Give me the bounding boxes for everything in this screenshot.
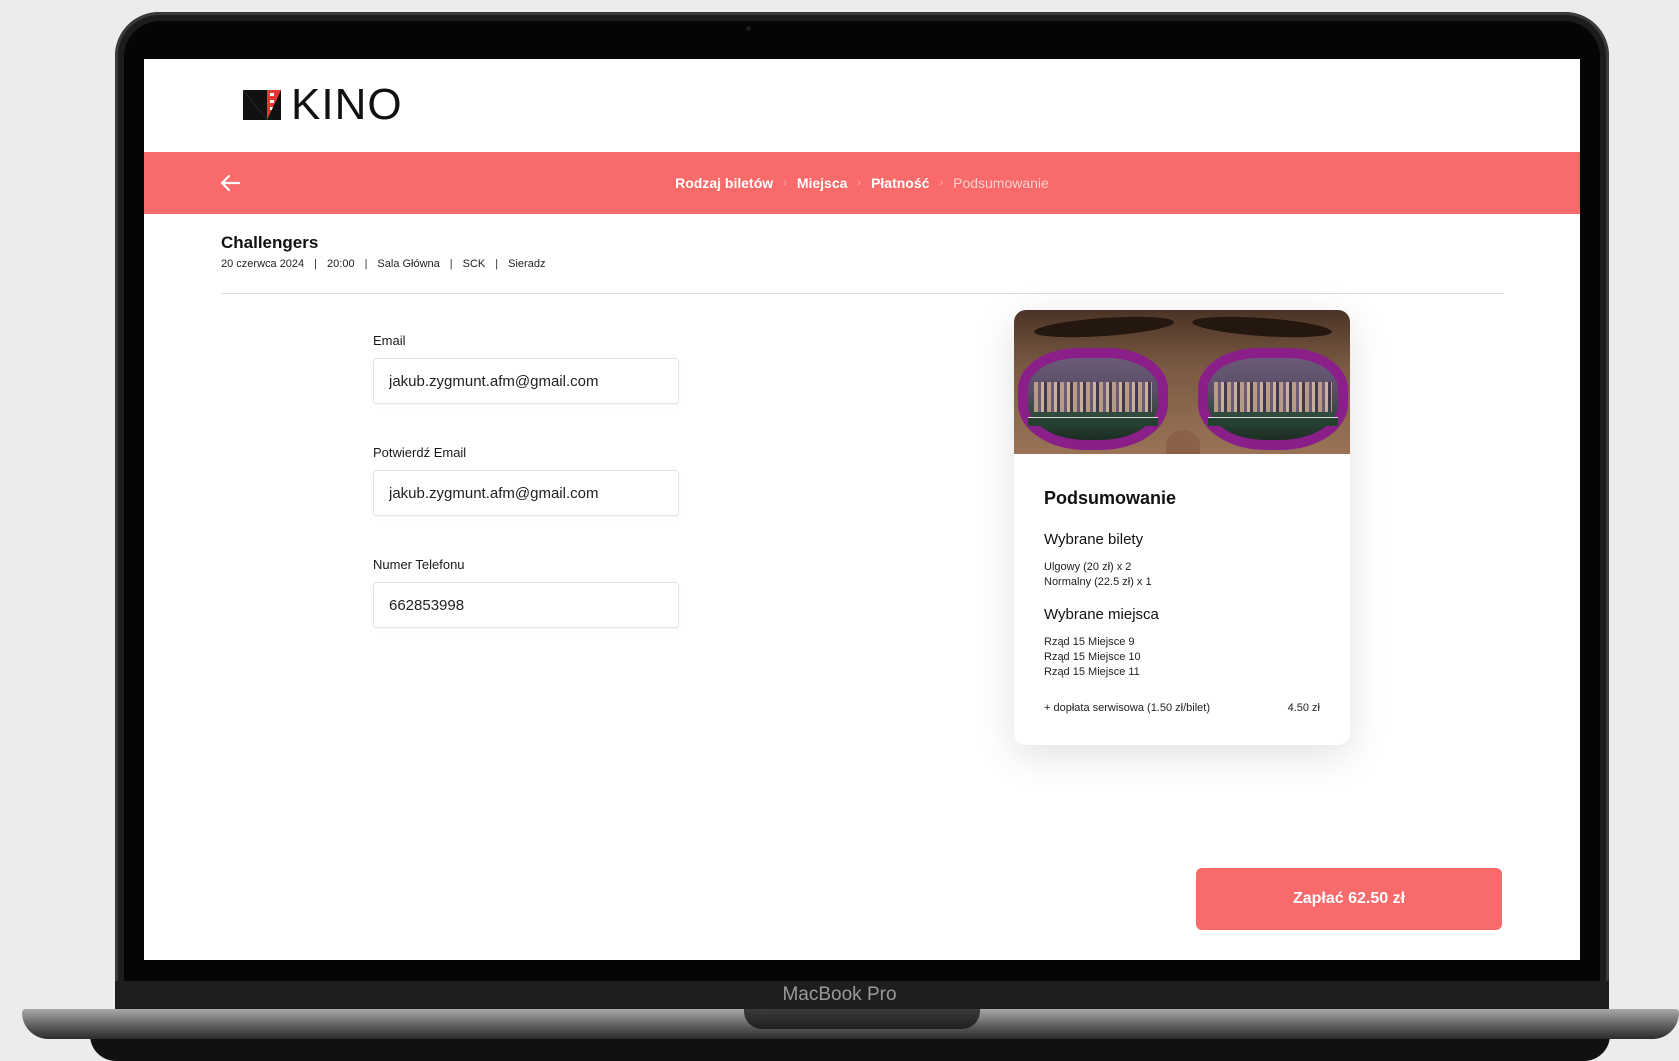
poster-lens <box>1018 348 1168 450</box>
meta-divider: | <box>364 258 368 270</box>
summary-card: Podsumowanie Wybrane bilety Ulgowy (20 z… <box>1014 310 1350 745</box>
chevron-right-icon: › <box>857 177 862 189</box>
confirm-email-field-group: Potwierdź Email <box>373 445 681 516</box>
movie-venue: SCK <box>462 258 486 270</box>
pay-button[interactable]: Zapłać 62.50 zł <box>1196 868 1502 930</box>
tickets-list: Ulgowy (20 zł) x 2 Normalny (22.5 zł) x … <box>1044 560 1320 590</box>
movie-poster <box>1014 310 1350 454</box>
poster-net <box>1028 417 1158 426</box>
confirm-email-field[interactable] <box>373 470 679 516</box>
email-field[interactable] <box>373 358 679 404</box>
service-fee-label: + dopłata serwisowa (1.50 zł/bilet) <box>1044 702 1210 714</box>
service-fee-row: + dopłata serwisowa (1.50 zł/bilet) 4.50… <box>1044 702 1320 714</box>
step-seats[interactable]: Miejsca <box>797 175 848 191</box>
list-item: Normalny (22.5 zł) x 1 <box>1044 576 1152 588</box>
device-label: MacBook Pro <box>782 984 897 1005</box>
movie-date: 20 czerwca 2024 <box>221 258 305 270</box>
meta-divider: | <box>314 258 318 270</box>
film-logo-icon <box>243 88 289 122</box>
list-item: Rząd 15 Miejsce 10 <box>1044 651 1141 663</box>
breadcrumb: Rodzaj biletów › Miejsca › Płatność › Po… <box>144 152 1580 214</box>
section-divider <box>221 293 1504 294</box>
camera-icon <box>746 26 751 31</box>
movie-time: 20:00 <box>327 258 355 270</box>
poster-brow <box>1191 313 1333 341</box>
movie-meta: 20 czerwca 2024 | 20:00 | Sala Główna | … <box>221 258 545 270</box>
movie-title: Challengers <box>221 233 319 252</box>
movie-hall: Sala Główna <box>377 258 440 270</box>
chevron-right-icon: › <box>783 177 787 189</box>
poster-crowd <box>1034 382 1152 412</box>
summary-body: Podsumowanie Wybrane bilety Ulgowy (20 z… <box>1014 454 1350 714</box>
list-item: Rząd 15 Miejsce 11 <box>1044 666 1140 678</box>
step-summary: Podsumowanie <box>953 175 1049 191</box>
seats-list: Rząd 15 Miejsce 9 Rząd 15 Miejsce 10 Rzą… <box>1044 635 1320 680</box>
phone-label: Numer Telefonu <box>373 557 465 572</box>
logo-text: KINO <box>291 80 403 129</box>
poster-lens <box>1198 348 1348 450</box>
tickets-heading: Wybrane bilety <box>1044 531 1144 548</box>
poster-brow <box>1033 313 1175 341</box>
chevron-right-icon: › <box>939 177 944 189</box>
step-payment[interactable]: Płatność <box>871 175 929 191</box>
list-item: Ulgowy (20 zł) x 2 <box>1044 561 1132 573</box>
meta-divider: | <box>495 258 499 270</box>
step-navbar: Rodzaj biletów › Miejsca › Płatność › Po… <box>144 152 1580 214</box>
poster-nose <box>1166 430 1200 454</box>
confirm-email-label: Potwierdź Email <box>373 445 467 460</box>
email-field-group: Email <box>373 333 681 404</box>
phone-field[interactable] <box>373 582 679 628</box>
seats-heading: Wybrane miejsca <box>1044 606 1159 623</box>
service-fee-value: 4.50 zł <box>1287 702 1320 714</box>
summary-title: Podsumowanie <box>1044 488 1177 508</box>
browser-screen: KINO Rodzaj biletów › Miejsca › Płatność… <box>144 59 1580 960</box>
step-ticket-type[interactable]: Rodzaj biletów <box>675 175 773 191</box>
meta-divider: | <box>449 258 453 270</box>
email-label: Email <box>373 333 406 348</box>
phone-field-group: Numer Telefonu <box>373 557 681 628</box>
movie-city: Sieradz <box>508 258 546 270</box>
poster-net <box>1208 417 1338 426</box>
poster-crowd <box>1214 382 1332 412</box>
list-item: Rząd 15 Miejsce 9 <box>1044 636 1135 648</box>
laptop-notch <box>744 1009 980 1029</box>
kino-logo[interactable]: KINO <box>243 80 403 129</box>
